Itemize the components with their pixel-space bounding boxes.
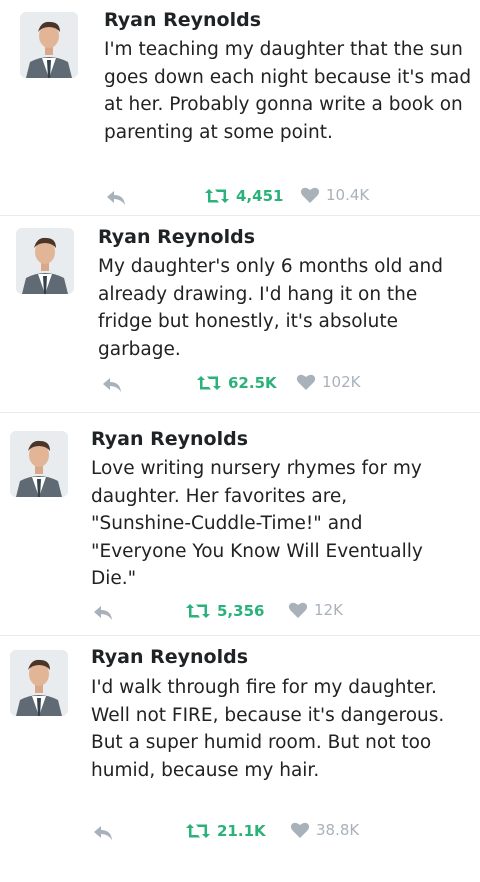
avatar[interactable] xyxy=(10,431,68,497)
like-count: 102K xyxy=(322,373,361,391)
tweet-text: I'm teaching my daughter that the sun go… xyxy=(104,39,472,143)
avatar[interactable] xyxy=(20,12,78,78)
avatar-photo xyxy=(20,12,78,78)
like-button[interactable]: 10.4K xyxy=(300,186,369,204)
retweet-count: 21.1K xyxy=(217,822,266,840)
author-name[interactable]: Ryan Reynolds xyxy=(91,646,248,668)
retweet-button[interactable]: 4,451 xyxy=(204,186,283,206)
tweet: Ryan Reynolds I'd walk through fire for … xyxy=(0,636,480,882)
like-button[interactable]: 38.8K xyxy=(290,821,359,839)
avatar[interactable] xyxy=(16,228,74,294)
retweet-icon xyxy=(205,189,229,203)
avatar-photo xyxy=(10,650,68,716)
retweet-icon xyxy=(186,604,210,618)
retweet-icon xyxy=(186,824,210,838)
reply-icon[interactable] xyxy=(104,186,128,210)
tweet: Ryan Reynolds I'm teaching my daughter t… xyxy=(0,0,480,215)
tweet: Ryan Reynolds Love writing nursery rhyme… xyxy=(0,413,480,635)
tweet-actions: 5,356 12K xyxy=(0,601,480,625)
like-button[interactable]: 12K xyxy=(288,601,343,619)
reply-icon[interactable] xyxy=(91,821,115,845)
like-button[interactable]: 102K xyxy=(296,373,360,391)
heart-icon xyxy=(288,602,308,618)
heart-icon xyxy=(290,822,310,838)
like-count: 38.8K xyxy=(316,821,360,839)
retweet-count: 5,356 xyxy=(217,602,265,620)
retweet-button[interactable]: 5,356 xyxy=(185,601,264,621)
avatar[interactable] xyxy=(10,650,68,716)
avatar-photo xyxy=(10,431,68,497)
reply-icon[interactable] xyxy=(91,601,115,625)
tweet-text: My daughter's only 6 months old and alre… xyxy=(98,256,444,360)
retweet-count: 4,451 xyxy=(236,187,284,205)
retweet-button[interactable]: 62.5K xyxy=(196,373,277,393)
retweet-icon xyxy=(197,376,221,390)
tweet-actions: 4,451 10.4K xyxy=(0,186,480,210)
like-count: 12K xyxy=(314,601,343,619)
tweet: Ryan Reynolds My daughter's only 6 month… xyxy=(0,216,480,412)
author-name[interactable]: Ryan Reynolds xyxy=(91,428,248,450)
reply-icon[interactable] xyxy=(100,373,124,397)
heart-icon xyxy=(300,187,320,203)
author-name[interactable]: Ryan Reynolds xyxy=(98,226,255,248)
author-name[interactable]: Ryan Reynolds xyxy=(104,9,261,31)
retweet-button[interactable]: 21.1K xyxy=(185,821,266,841)
tweet-text: I'd walk through fire for my daughter. W… xyxy=(91,677,445,781)
tweet-text: Love writing nursery rhymes for my daugh… xyxy=(91,458,423,589)
tweet-actions: 62.5K 102K xyxy=(0,373,480,397)
retweet-count: 62.5K xyxy=(228,374,277,392)
avatar-photo xyxy=(16,228,74,294)
like-count: 10.4K xyxy=(326,186,370,204)
heart-icon xyxy=(296,374,316,390)
tweet-actions: 21.1K 38.8K xyxy=(0,821,480,845)
